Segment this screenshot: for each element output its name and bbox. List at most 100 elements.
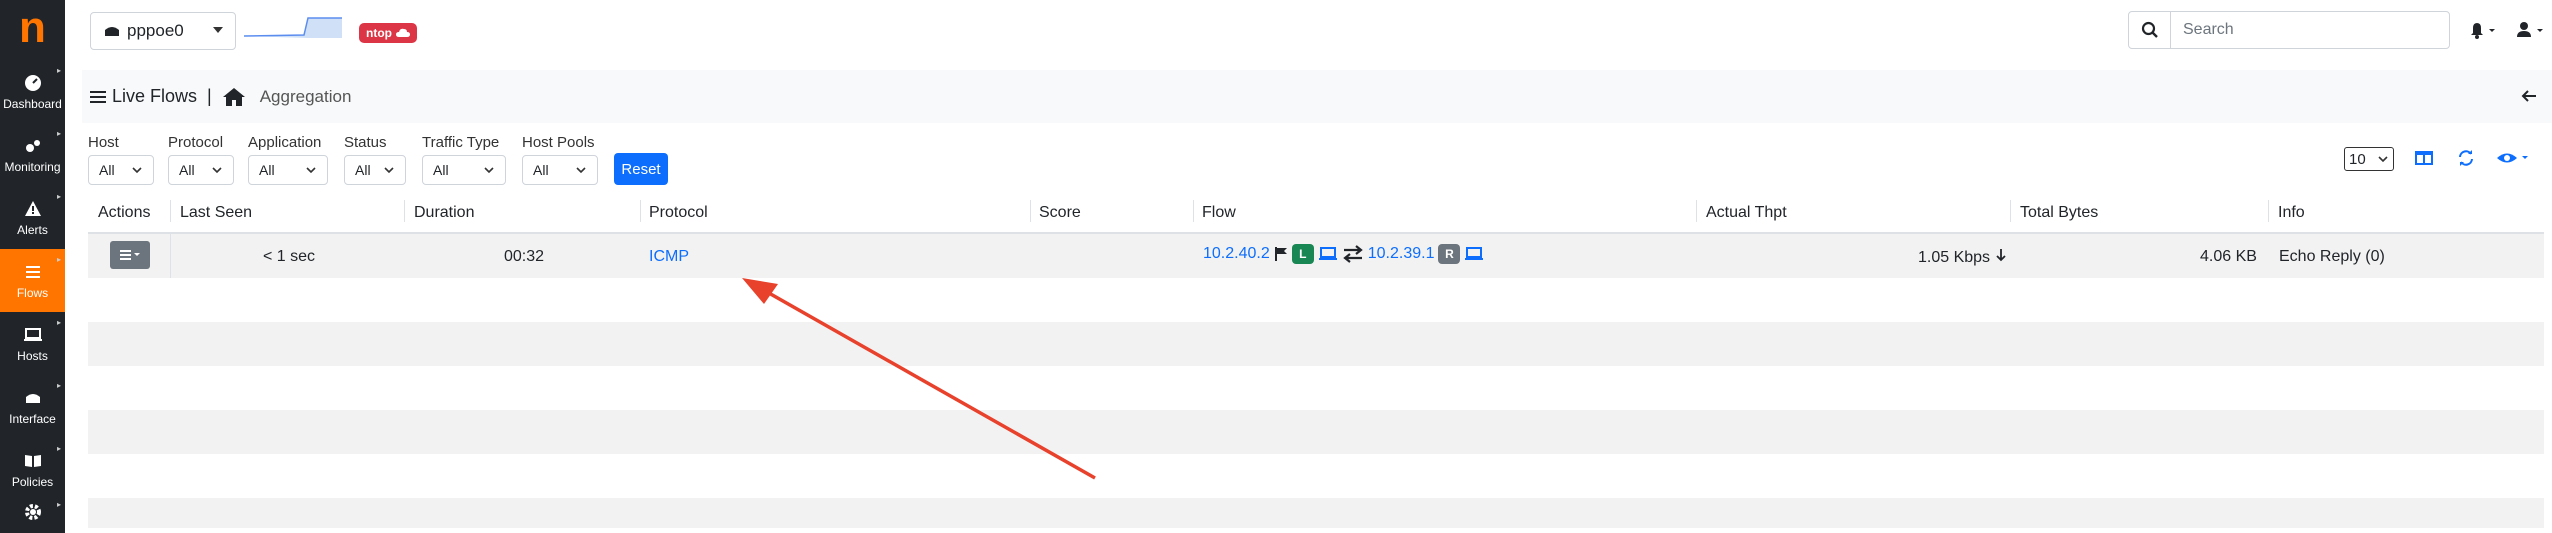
sidebar-item-hosts[interactable]: ▸ Hosts — [0, 312, 65, 375]
refresh-icon[interactable] — [2456, 149, 2476, 167]
search-input[interactable] — [2171, 12, 2449, 48]
chevron-down-icon — [132, 167, 142, 174]
flag-icon — [1274, 247, 1287, 261]
column-divider — [1696, 200, 1697, 222]
columns-icon[interactable] — [2414, 149, 2434, 167]
sidebar-item-flows[interactable]: ▸ Flows — [0, 249, 65, 312]
filter-application: Application All — [248, 134, 328, 185]
laptop-icon[interactable] — [1318, 246, 1338, 262]
chevron-down-icon — [2378, 156, 2388, 163]
cell-protocol-link[interactable]: ICMP — [649, 248, 689, 266]
column-divider — [1030, 200, 1031, 222]
table-header: Actions Last Seen Duration Protocol Scor… — [88, 192, 2544, 234]
filter-label: Host — [88, 134, 119, 151]
caret-down-icon — [213, 27, 223, 33]
cell-last-seen: < 1 sec — [263, 248, 316, 265]
search-button[interactable] — [2129, 12, 2171, 48]
rows-per-page-select[interactable]: 10 — [2344, 147, 2394, 171]
column-divider — [1193, 200, 1194, 222]
ntopng-logo[interactable]: n — [0, 0, 65, 55]
arrow-left-icon[interactable] — [2520, 88, 2538, 104]
column-header-actual-thpt[interactable]: Actual Thpt — [1706, 204, 1787, 222]
column-header-score[interactable]: Score — [1039, 204, 1081, 222]
protocol-filter-select[interactable]: All — [168, 155, 234, 185]
list-icon — [23, 262, 43, 282]
chevron-right-icon: ▸ — [56, 381, 61, 390]
eye-icon[interactable] — [2496, 149, 2530, 167]
flow-destination-host-link[interactable]: 10.2.39.1 — [1368, 245, 1435, 263]
table-row-empty — [88, 410, 2544, 454]
laptop-icon[interactable] — [1464, 246, 1484, 262]
row-actions-button[interactable] — [110, 241, 150, 269]
sidebar-item-alerts[interactable]: ▸ Alerts — [0, 186, 65, 249]
column-header-flow[interactable]: Flow — [1202, 204, 1236, 222]
sidebar-item-monitoring[interactable]: ▸ Monitoring — [0, 123, 65, 186]
ntop-cloud-badge[interactable]: ntop — [359, 23, 417, 43]
status-filter-select[interactable]: All — [344, 155, 406, 185]
interface-selector[interactable]: pppoe0 — [90, 12, 236, 50]
filter-label: Application — [248, 134, 322, 151]
filter-label: Status — [344, 134, 387, 151]
sidebar-item-label: Policies — [11, 474, 54, 489]
logo-mark: n — [19, 2, 46, 52]
column-header-duration[interactable]: Duration — [414, 204, 474, 222]
breadcrumb: Live Flows | Aggregation — [82, 70, 2552, 123]
laptop-icon — [23, 325, 43, 345]
filter-value: All — [533, 162, 549, 178]
filter-value: All — [259, 162, 275, 178]
table-row-empty — [88, 498, 2544, 528]
local-host-badge: L — [1291, 244, 1314, 264]
breadcrumb-aggregation[interactable]: Aggregation — [260, 87, 352, 107]
sidebar-item-dashboard[interactable]: ▸ Dashboard — [0, 60, 65, 123]
breadcrumb-separator: | — [207, 86, 212, 106]
host-pools-filter-select[interactable]: All — [522, 155, 598, 185]
table-row-empty — [88, 366, 2544, 410]
chevron-down-icon — [384, 167, 394, 174]
sidebar-item-policies[interactable]: ▸ Policies — [0, 438, 65, 501]
sidebar-item-label: Alerts — [17, 222, 48, 237]
search-box[interactable] — [2128, 11, 2450, 49]
application-filter-select[interactable]: All — [248, 155, 328, 185]
chevron-right-icon: ▸ — [56, 192, 61, 201]
column-header-info[interactable]: Info — [2278, 204, 2305, 222]
traffic-sparkline[interactable] — [244, 16, 342, 40]
home-icon[interactable] — [222, 87, 246, 107]
column-header-total-bytes[interactable]: Total Bytes — [2020, 204, 2098, 222]
filter-protocol: Protocol All — [168, 134, 234, 185]
sidebar-item-label: Monitoring — [4, 159, 61, 174]
chevron-right-icon: ▸ — [56, 318, 61, 327]
reset-button[interactable]: Reset — [614, 153, 668, 185]
sidebar: n ▸ Dashboard ▸ Monitoring ▸ Alerts ▸ Fl… — [0, 0, 65, 533]
exchange-icon — [1342, 245, 1363, 263]
flow-source-host-link[interactable]: 10.2.40.2 — [1203, 245, 1270, 263]
sidebar-item-label: Interface — [9, 411, 56, 426]
remote-host-badge: R — [1438, 244, 1461, 264]
search-icon — [2141, 21, 2158, 38]
user-menu-button[interactable] — [2516, 20, 2546, 45]
list-icon — [120, 250, 140, 260]
column-divider — [170, 200, 171, 222]
chevron-down-icon — [306, 167, 316, 174]
column-header-protocol[interactable]: Protocol — [649, 204, 708, 222]
table-row-empty — [88, 454, 2544, 498]
table-row: < 1 sec 00:32 ICMP 10.2.40.2 L 10.2.39.1… — [88, 234, 2544, 278]
host-filter-select[interactable]: All — [88, 155, 154, 185]
warning-icon — [23, 199, 43, 219]
filter-host: Host All — [88, 134, 154, 185]
filter-host-pools: Host Pools All — [522, 134, 598, 185]
notifications-button[interactable] — [2468, 20, 2496, 45]
column-header-actions[interactable]: Actions — [98, 204, 150, 222]
column-header-last-seen[interactable]: Last Seen — [180, 204, 252, 222]
ethernet-icon — [23, 388, 43, 408]
chevron-right-icon: ▸ — [56, 444, 61, 453]
cell-info: Echo Reply (0) — [2279, 248, 2385, 265]
traffic-type-filter-select[interactable]: All — [422, 155, 506, 185]
gauge-icon — [23, 73, 43, 93]
filter-traffic-type: Traffic Type All — [422, 134, 506, 185]
chevron-down-icon — [576, 167, 586, 174]
sidebar-item-settings[interactable]: ▸ — [0, 494, 65, 533]
chevron-down-icon — [212, 167, 222, 174]
sidebar-item-interface[interactable]: ▸ Interface — [0, 375, 65, 438]
chevron-right-icon: ▸ — [56, 129, 61, 138]
arrow-down-icon — [1995, 249, 2006, 262]
